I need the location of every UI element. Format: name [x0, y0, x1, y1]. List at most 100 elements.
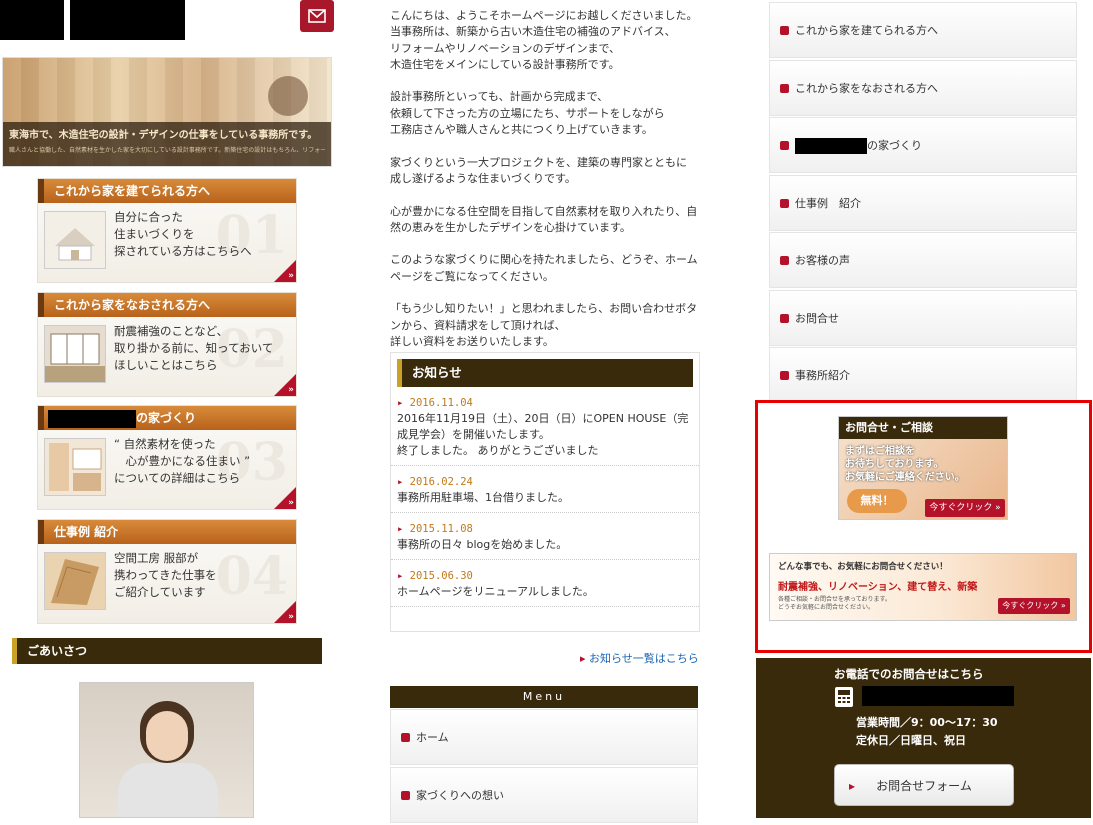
redacted-phone-number [862, 686, 1014, 706]
redacted-logo [0, 0, 64, 40]
news-text: 事務所の日々 blogを始めました。 [397, 538, 568, 551]
news-heading: お知らせ [397, 359, 693, 387]
click-now-button[interactable]: 今すぐクリック » [998, 598, 1070, 614]
nav-item-house-making[interactable]: の家づくり [769, 117, 1077, 173]
nav-item-label: これから家を建てられる方へ [795, 24, 938, 37]
news-item[interactable]: 2016.11.04 2016年11月19日（土）、20日（日）にOPEN HO… [391, 387, 699, 466]
arrow-bullet-icon [780, 255, 789, 265]
phone-icon [835, 687, 853, 707]
nav-item-label: 事務所紹介 [795, 369, 850, 382]
mail-icon [308, 9, 326, 23]
card-title: の家づくり [136, 411, 197, 425]
news-text: 2016年11月19日（土）、20日（日）にOPEN HOUSE（完成見学会）を… [397, 412, 689, 457]
greeting-heading: ごあいさつ [12, 638, 322, 664]
news-item[interactable]: 2016.02.24 事務所用駐車場、1台借りました。 [391, 466, 699, 513]
arrow-bullet-icon [401, 790, 410, 800]
house-model-thumbnail [44, 211, 106, 269]
hero-subtitle: 職人さんと協働した、自然素材を生かした家を大切にしている設計事務所です。新築住宅… [9, 147, 325, 154]
news-date: 2015.11.08 [397, 523, 693, 535]
hero-title: 東海市で、木造住宅の設計・デザインの仕事をしている事務所です。 [9, 130, 318, 141]
click-now-button[interactable]: 今すぐクリック » [925, 499, 1005, 517]
menu-item-philosophy[interactable]: 家づくりへの想い [390, 767, 698, 823]
double-chevron-icon: » [288, 271, 294, 281]
card-title: これから家をなおされる方へ [38, 293, 296, 317]
intro-paragraph: 「もう少し知りたい！」と思われましたら、お問い合わせボタ ンから、資料請求をして… [390, 302, 698, 348]
redacted-company-name [795, 138, 867, 154]
consultation-banner[interactable]: お問合せ・ご相談 まずはご相談を お待ちしております。 お気軽にご連絡ください。… [838, 416, 1008, 520]
card-renovation[interactable]: これから家をなおされる方へ 02 耐震補強のことなど、 取り掛かる前に、知ってお… [37, 292, 297, 397]
free-badge: 無料！ [847, 489, 907, 513]
card-line: 自分に合った [114, 210, 183, 224]
banner-headline: どんな事でも、お気軽にお問合せください！ [778, 562, 948, 572]
card-line: 住まいづくりを [114, 227, 195, 241]
arrow-bullet-icon [401, 732, 410, 742]
double-chevron-icon: » [288, 498, 294, 508]
news-item[interactable]: 2015.11.08 事務所の日々 blogを始めました。 [391, 513, 699, 560]
news-date: 2016.02.24 [397, 476, 693, 488]
double-chevron-icon: » [288, 385, 294, 395]
banner-note: 各種ご相談・お問合せを承っております。 どうぞお気軽にお問合せください。 [778, 596, 891, 611]
arrow-bullet-icon [780, 25, 789, 35]
menu-heading: Menu [390, 686, 698, 708]
arrow-bullet-icon [780, 313, 789, 323]
menu-item-label: 家づくりへの想い [416, 789, 504, 802]
card-line: ほしいことはこちら [114, 358, 218, 372]
card-number: 04 [215, 546, 288, 607]
wood-panel-thumbnail [44, 552, 106, 610]
contact-title: お電話でのお問合せはこちら [834, 667, 984, 681]
card-title: 仕事例 紹介 [38, 520, 296, 544]
news-text: ホームページをリニューアルしました。 [397, 585, 594, 598]
nav-item-label: 仕事例 紹介 [795, 197, 861, 210]
intro-paragraph: こんにちは、ようこそホームページにお越しくださいました。 当事務所は、新築から古… [390, 9, 698, 71]
card-line: 心が豊かになる住まい ” [114, 454, 251, 468]
arrow-bullet-icon [780, 370, 789, 380]
news-panel: お知らせ 2016.11.04 2016年11月19日（土）、20日（日）にOP… [390, 352, 700, 632]
news-date: 2016.11.04 [397, 397, 693, 409]
card-title: これから家を建てられる方へ [38, 179, 296, 203]
contact-form-button[interactable]: お問合せフォーム [834, 764, 1014, 807]
nav-item-works[interactable]: 仕事例 紹介 [769, 175, 1077, 231]
nav-item-label: お問合せ [795, 312, 839, 325]
news-more-link[interactable]: お知らせ一覧はこちら [580, 650, 699, 666]
nav-item-new-house[interactable]: これから家を建てられる方へ [769, 2, 1077, 58]
contact-panel: お電話でのお問合せはこちら 営業時間／9：00～17：30 定休日／日曜日、祝日… [756, 658, 1091, 818]
nav-item-label: お客様の声 [795, 254, 850, 267]
natural-interior-thumbnail [44, 438, 106, 496]
nav-item-contact[interactable]: お問合せ [769, 290, 1077, 346]
intro-paragraph: このような家づくりに関心を持たれましたら、どうぞ、ホーム ページをご覧になってく… [390, 253, 698, 283]
card-new-house[interactable]: これから家を建てられる方へ 01 自分に合った 住まいづくりを 探されている方は… [37, 178, 297, 283]
card-line: 取り掛かる前に、知っておいて [114, 341, 274, 355]
card-line: 耐震補強のことなど、 [114, 324, 229, 338]
double-chevron-icon: » [288, 612, 294, 622]
nav-item-office[interactable]: 事務所紹介 [769, 347, 1077, 403]
card-house-making[interactable]: の家づくり 03 “ 自然素材を使った 心が豊かになる住まい ” についての詳細… [37, 405, 297, 510]
interior-room-thumbnail [44, 325, 106, 383]
card-line: ご紹介しています [114, 585, 206, 599]
card-works[interactable]: 仕事例 紹介 04 空間工房 服部が 携わってきた仕事を ご紹介しています » [37, 519, 297, 624]
arrow-bullet-icon [780, 83, 789, 93]
inquiry-banner[interactable]: どんな事でも、お気軽にお問合せください！ 耐震補強、リノベーション、建て替え、新… [769, 553, 1077, 621]
arrow-bullet-icon [780, 198, 789, 208]
card-line: 空間工房 服部が [114, 551, 199, 565]
intro-paragraph: 心が豊かになる住空間を目指して自然素材を取り入れたり、自 然の恵みを生かしたデザ… [390, 204, 698, 234]
nav-item-label: これから家をなおされる方へ [795, 82, 938, 95]
card-line: “ 自然素材を使った [114, 437, 216, 451]
card-line: 探されている方はこちらへ [114, 244, 252, 258]
menu-item-home[interactable]: ホーム [390, 709, 698, 765]
business-hours: 営業時間／9：00～17：30 定休日／日曜日、祝日 [856, 716, 998, 747]
news-text: 事務所用駐車場、1台借りました。 [397, 491, 569, 504]
nav-item-renovation[interactable]: これから家をなおされる方へ [769, 60, 1077, 116]
redacted-company-name [48, 409, 136, 428]
hero-banner: 東海市で、木造住宅の設計・デザインの仕事をしている事務所です。 職人さんと協働し… [2, 57, 332, 167]
news-item[interactable]: 2015.06.30 ホームページをリニューアルしました。 [391, 560, 699, 607]
card-line: 携わってきた仕事を [114, 568, 217, 582]
card-line: についての詳細はこちら [114, 471, 241, 485]
mail-button[interactable] [300, 0, 334, 32]
owner-portrait [79, 682, 254, 818]
intro-paragraph: 家づくりという一大プロジェクトを、建築の専門家とともに 成し遂げるような住まいづ… [390, 155, 687, 185]
banner-services: 耐震補強、リノベーション、建て替え、新築 [778, 582, 978, 593]
nav-item-voices[interactable]: お客様の声 [769, 232, 1077, 288]
intro-text: こんにちは、ようこそホームページにお越しくださいました。 当事務所は、新築から古… [390, 8, 700, 367]
intro-paragraph: 設計事務所といっても、計画から完成まで、 依頼して下さった方の立場にたち、サポー… [390, 90, 665, 137]
menu-item-label: ホーム [416, 731, 449, 744]
